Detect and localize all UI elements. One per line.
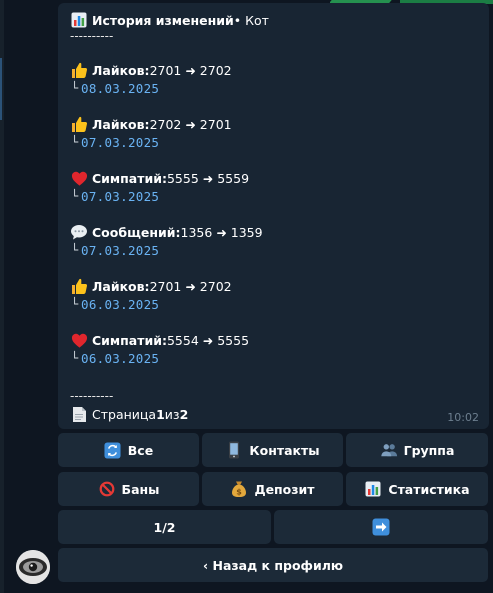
- group-button[interactable]: Группа: [346, 433, 488, 467]
- entry-date[interactable]: 07.03.2025: [81, 135, 159, 150]
- bar-chart-icon: [364, 480, 382, 498]
- entry-date[interactable]: 06.03.2025: [81, 351, 159, 366]
- entry-change: 2701 ➜ 2702: [149, 278, 232, 294]
- page-middle: из: [164, 406, 180, 422]
- entry-label: Сообщений:: [92, 224, 181, 240]
- change-entry: Симпатий: 5555 ➜ 5559: [70, 169, 479, 187]
- back-to-profile-label: ‹ Назад к профилю: [202, 557, 344, 573]
- entry-change: 2701 ➜ 2702: [149, 62, 232, 78]
- right-arrow-icon: [372, 518, 390, 536]
- entry-label: Лайков:: [92, 278, 150, 294]
- statistics-button[interactable]: Статистика: [346, 472, 488, 506]
- mobile-phone-icon: [225, 441, 243, 459]
- scroll-indicator[interactable]: [0, 58, 2, 120]
- deposit-button-label: Депозит: [254, 481, 315, 497]
- bar-chart-icon: [70, 11, 88, 29]
- change-entry: Лайков: 2701 ➜ 2702: [70, 277, 479, 295]
- page-indicator-label: 1/2: [153, 519, 176, 535]
- message-title: История изменений • Кот: [70, 11, 479, 29]
- back-to-profile-button[interactable]: ‹ Назад к профилю: [58, 548, 488, 582]
- entry-change: 2702 ➜ 2701: [149, 116, 232, 132]
- entry-label: Симпатий:: [92, 332, 167, 348]
- entry-date[interactable]: 07.03.2025: [81, 189, 159, 204]
- refresh-icon: [104, 441, 122, 459]
- separator-bottom: ----------: [70, 389, 114, 403]
- tree-corner: └: [71, 81, 79, 95]
- bans-button[interactable]: Баны: [58, 472, 199, 506]
- tree-corner: └: [71, 135, 79, 149]
- next-page-button[interactable]: [274, 510, 488, 544]
- change-entry: Лайков: 2702 ➜ 2701: [70, 115, 479, 133]
- contacts-button-label: Контакты: [249, 442, 320, 458]
- avatar[interactable]: [16, 550, 50, 584]
- change-entry: Лайков: 2701 ➜ 2702: [70, 61, 479, 79]
- tree-corner: └: [71, 189, 79, 203]
- thumbs-up-icon: [70, 277, 88, 295]
- entry-date-line: └ 07.03.2025: [70, 133, 479, 151]
- page-prefix: Страница: [92, 406, 157, 422]
- page-current: 1: [156, 406, 165, 422]
- document-icon: [70, 405, 88, 423]
- change-entry: Сообщений: 1356 ➜ 1359: [70, 223, 479, 241]
- tree-corner: └: [71, 351, 79, 365]
- entry-date[interactable]: 07.03.2025: [81, 243, 159, 258]
- thumbs-up-icon: [70, 115, 88, 133]
- heart-icon: [70, 331, 88, 349]
- deposit-button[interactable]: $ Депозит: [202, 472, 343, 506]
- page-indicator-button[interactable]: 1/2: [58, 510, 271, 544]
- entry-label: Лайков:: [92, 62, 150, 78]
- entry-date-line: └ 08.03.2025: [70, 79, 479, 97]
- all-button[interactable]: Все: [58, 433, 199, 467]
- message-bubble: История изменений • Кот ---------- Лайко…: [58, 3, 489, 429]
- entry-label: Лайков:: [92, 116, 150, 132]
- change-entry: Симпатий: 5554 ➜ 5555: [70, 331, 479, 349]
- entry-change: 1356 ➜ 1359: [180, 224, 263, 240]
- all-button-label: Все: [127, 442, 154, 458]
- title-text: История изменений: [92, 12, 234, 28]
- statistics-button-label: Статистика: [388, 481, 470, 497]
- thumbs-up-icon: [70, 61, 88, 79]
- money-bag-icon: $: [230, 480, 248, 498]
- entry-date-line: └ 06.03.2025: [70, 349, 479, 367]
- prohibited-icon: [98, 480, 116, 498]
- svg-text:$: $: [237, 488, 243, 497]
- entry-date[interactable]: 08.03.2025: [81, 81, 159, 96]
- people-icon: [380, 441, 398, 459]
- group-button-label: Группа: [403, 442, 455, 458]
- heart-icon: [70, 169, 88, 187]
- tree-corner: └: [71, 297, 79, 311]
- entry-change: 5554 ➜ 5555: [166, 332, 250, 348]
- entry-change: 5555 ➜ 5559: [166, 170, 250, 186]
- message-time: 10:02: [447, 411, 479, 424]
- speech-bubble-icon: [70, 223, 88, 241]
- entry-label: Симпатий:: [92, 170, 167, 186]
- separator-top: ----------: [70, 29, 114, 43]
- bans-button-label: Баны: [121, 481, 160, 497]
- page-total: 2: [179, 406, 189, 422]
- entry-date-line: └ 07.03.2025: [70, 241, 479, 259]
- contacts-button[interactable]: Контакты: [202, 433, 343, 467]
- tree-corner: └: [71, 243, 79, 257]
- chat-list-edge: [0, 0, 4, 593]
- title-suffix: • Кот: [233, 12, 269, 28]
- page-info: Страница 1 из 2: [70, 405, 479, 423]
- entry-date-line: └ 06.03.2025: [70, 295, 479, 313]
- entry-date[interactable]: 06.03.2025: [81, 297, 159, 312]
- entry-date-line: └ 07.03.2025: [70, 187, 479, 205]
